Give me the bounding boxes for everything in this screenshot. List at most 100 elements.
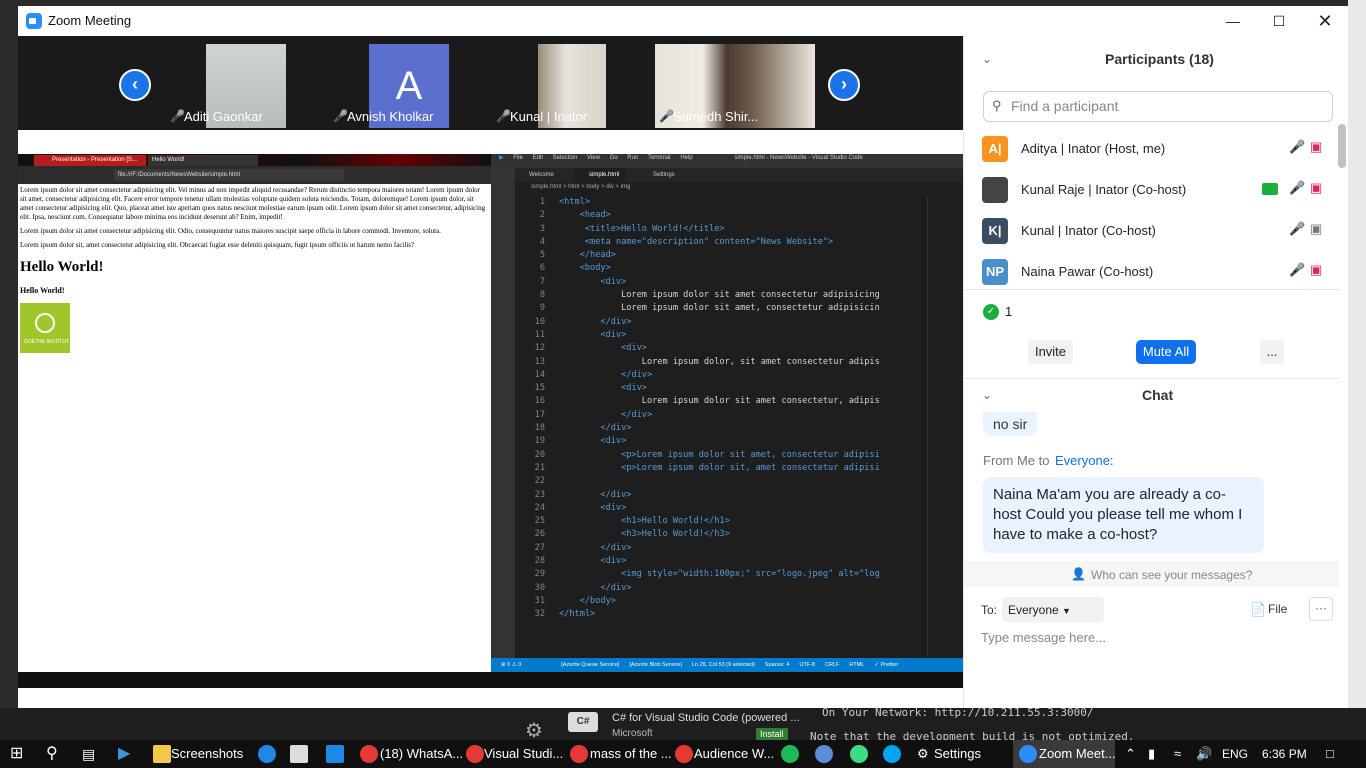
file-icon[interactable]: 📄 bbox=[1250, 602, 1266, 618]
menu-item[interactable]: Terminal bbox=[648, 155, 671, 161]
muted-mic-icon[interactable]: 🎤 bbox=[1289, 262, 1305, 278]
browser-tab[interactable]: Presentation - Presentation [S... bbox=[34, 155, 146, 166]
clock[interactable]: 6:36 PM bbox=[1262, 740, 1307, 768]
install-button[interactable]: Install bbox=[756, 728, 788, 740]
video-off-icon[interactable]: ▣ bbox=[1310, 262, 1322, 278]
code-line[interactable]: 13 Lorem ipsum dolor, sit amet consectet… bbox=[515, 356, 925, 369]
code-line[interactable]: 20 <p>Lorem ipsum dolor sit amet, consec… bbox=[515, 449, 925, 462]
mic-icon[interactable]: 🎤 bbox=[1289, 180, 1305, 196]
minimize-button[interactable]: — bbox=[1210, 6, 1256, 36]
chevron-down-icon[interactable]: ⌄ bbox=[982, 388, 992, 402]
chat-message-input[interactable]: Type message here... bbox=[981, 630, 1326, 700]
task-view-icon[interactable]: ▤ bbox=[82, 740, 95, 768]
chat-privacy-link[interactable]: Who can see your messages? bbox=[1091, 568, 1252, 582]
code-line[interactable]: 1 <html> bbox=[515, 196, 925, 209]
wifi-icon[interactable]: ≈ bbox=[1174, 740, 1181, 768]
code-line[interactable]: 6 <body> bbox=[515, 262, 925, 275]
muted-mic-icon[interactable]: 🎤 bbox=[1289, 221, 1305, 237]
taskbar-item[interactable]: Audience W... bbox=[694, 740, 774, 768]
edge-icon[interactable] bbox=[258, 745, 276, 763]
chevron-up-icon[interactable]: ⌃ bbox=[1125, 740, 1136, 768]
mute-all-button[interactable]: Mute All bbox=[1136, 340, 1196, 364]
search-icon[interactable]: ⚲ bbox=[46, 740, 58, 768]
scrollbar-thumb[interactable] bbox=[1338, 124, 1346, 168]
code-line[interactable]: 11 <div> bbox=[515, 329, 925, 342]
file-button[interactable]: File bbox=[1268, 602, 1287, 616]
code-line[interactable]: 3 <title>Hello World!</title> bbox=[515, 223, 925, 236]
close-button[interactable]: ✕ bbox=[1302, 6, 1348, 36]
address-bar[interactable]: file:///F:/Documents/NewsWebsite/simple.… bbox=[114, 169, 344, 181]
code-line[interactable]: 21 <p>Lorem ipsum dolor sit, amet consec… bbox=[515, 462, 925, 475]
taskbar-item-active[interactable]: Zoom Meet... bbox=[1039, 740, 1116, 768]
menu-item[interactable]: Go bbox=[610, 155, 618, 161]
code-line[interactable]: 14 </div> bbox=[515, 369, 925, 382]
code-line[interactable]: 8 Lorem ipsum dolor sit amet consectetur… bbox=[515, 289, 925, 302]
editor-tab[interactable]: Settings bbox=[639, 168, 681, 182]
video-off-icon[interactable]: ▣ bbox=[1310, 180, 1322, 196]
code-line[interactable]: 30 </div> bbox=[515, 582, 925, 595]
code-line[interactable]: 25 <h1>Hello World!</h1> bbox=[515, 515, 925, 528]
video-off-icon[interactable]: ▣ bbox=[1310, 139, 1322, 155]
code-line[interactable]: 15 <div> bbox=[515, 382, 925, 395]
recipient-dropdown[interactable]: Everyone ▼ bbox=[1002, 597, 1104, 622]
menu-item[interactable]: Edit bbox=[533, 155, 543, 161]
code-line[interactable]: 32 </html> bbox=[515, 608, 925, 621]
code-line[interactable]: 4 <meta name="description" content="News… bbox=[515, 236, 925, 249]
taskbar-item[interactable]: Screenshots bbox=[171, 740, 243, 768]
participant-search-input[interactable]: Find a participant bbox=[983, 91, 1333, 122]
video-icon[interactable]: ▣ bbox=[1310, 221, 1322, 237]
code-line[interactable]: 9 Lorem ipsum dolor sit amet, consectetu… bbox=[515, 302, 925, 315]
mic-icon[interactable]: 🎤 bbox=[1289, 139, 1305, 155]
video-tile[interactable]: 🎤 Sumedh Shir... bbox=[655, 44, 815, 128]
chat-recipient-link[interactable]: Everyone: bbox=[1055, 453, 1114, 468]
code-editor[interactable]: 1 <html> 2 <head> 3 <title>Hello World!</ti… bbox=[515, 196, 925, 622]
code-line[interactable]: 17 </div> bbox=[515, 409, 925, 422]
menu-item[interactable]: Selection bbox=[553, 155, 578, 161]
code-line[interactable]: 18 </div> bbox=[515, 422, 925, 435]
code-line[interactable]: 31 </body> bbox=[515, 595, 925, 608]
vscode-icon[interactable]: ▶ bbox=[118, 740, 130, 768]
menu-item[interactable]: File bbox=[513, 155, 523, 161]
taskbar-item[interactable]: Visual Studi... bbox=[484, 740, 563, 768]
browser-tab[interactable]: Hello World! bbox=[148, 155, 258, 166]
video-tile[interactable]: 🎤 Kunal | Inator bbox=[492, 44, 652, 128]
menu-item[interactable]: View bbox=[587, 155, 600, 161]
battery-icon[interactable]: ▮ bbox=[1148, 740, 1155, 768]
notification-icon[interactable]: □ bbox=[1326, 740, 1334, 768]
more-button[interactable]: ... bbox=[1260, 340, 1284, 364]
next-page-button[interactable]: › bbox=[828, 69, 860, 101]
volume-icon[interactable]: 🔊 bbox=[1196, 740, 1212, 768]
taskbar-item[interactable]: (18) WhatsA... bbox=[380, 740, 463, 768]
participant-row[interactable]: Kunal Raje | Inator (Co-host) 🎤 ▣ bbox=[964, 171, 1339, 212]
windows-start-icon[interactable]: ⊞ bbox=[10, 740, 23, 768]
mail-icon[interactable] bbox=[326, 745, 344, 763]
video-tile[interactable]: 🎤 Aditi Gaonkar bbox=[166, 44, 326, 128]
code-line[interactable]: 26 <h3>Hello World!</h3> bbox=[515, 528, 925, 541]
code-line[interactable]: 28 <div> bbox=[515, 555, 925, 568]
taskbar-item[interactable]: Settings bbox=[934, 740, 981, 768]
editor-tab-active[interactable]: simple.html bbox=[575, 168, 626, 182]
android-studio-icon[interactable] bbox=[850, 745, 868, 763]
code-line[interactable]: 29 <img style="width:100px;" src="logo.j… bbox=[515, 568, 925, 581]
code-line[interactable]: 2 <head> bbox=[515, 209, 925, 222]
minimap[interactable] bbox=[927, 196, 957, 656]
store-icon[interactable] bbox=[290, 745, 308, 763]
code-line[interactable]: 27 </div> bbox=[515, 542, 925, 555]
code-line[interactable]: 24 <div> bbox=[515, 502, 925, 515]
code-line[interactable]: 23 </div> bbox=[515, 489, 925, 502]
code-line[interactable]: 10 </div> bbox=[515, 316, 925, 329]
app-icon[interactable] bbox=[815, 745, 833, 763]
edge-dev-icon[interactable] bbox=[883, 745, 901, 763]
menu-item[interactable]: Help bbox=[680, 155, 692, 161]
code-line[interactable]: 22 bbox=[515, 475, 925, 488]
code-line[interactable]: 5 </head> bbox=[515, 249, 925, 262]
taskbar-item[interactable]: mass of the ... bbox=[590, 740, 672, 768]
maximize-button[interactable]: ☐ bbox=[1256, 6, 1302, 36]
participant-row[interactable]: K| Kunal | Inator (Co-host) 🎤 ▣ bbox=[964, 212, 1339, 253]
code-line[interactable]: 16 Lorem ipsum dolor sit amet consectetu… bbox=[515, 395, 925, 408]
previous-page-button[interactable]: ‹ bbox=[119, 69, 151, 101]
code-line[interactable]: 7 <div> bbox=[515, 276, 925, 289]
invite-button[interactable]: Invite bbox=[1028, 340, 1073, 364]
editor-tab[interactable]: Welcome bbox=[515, 168, 560, 182]
code-line[interactable]: 19 <div> bbox=[515, 435, 925, 448]
